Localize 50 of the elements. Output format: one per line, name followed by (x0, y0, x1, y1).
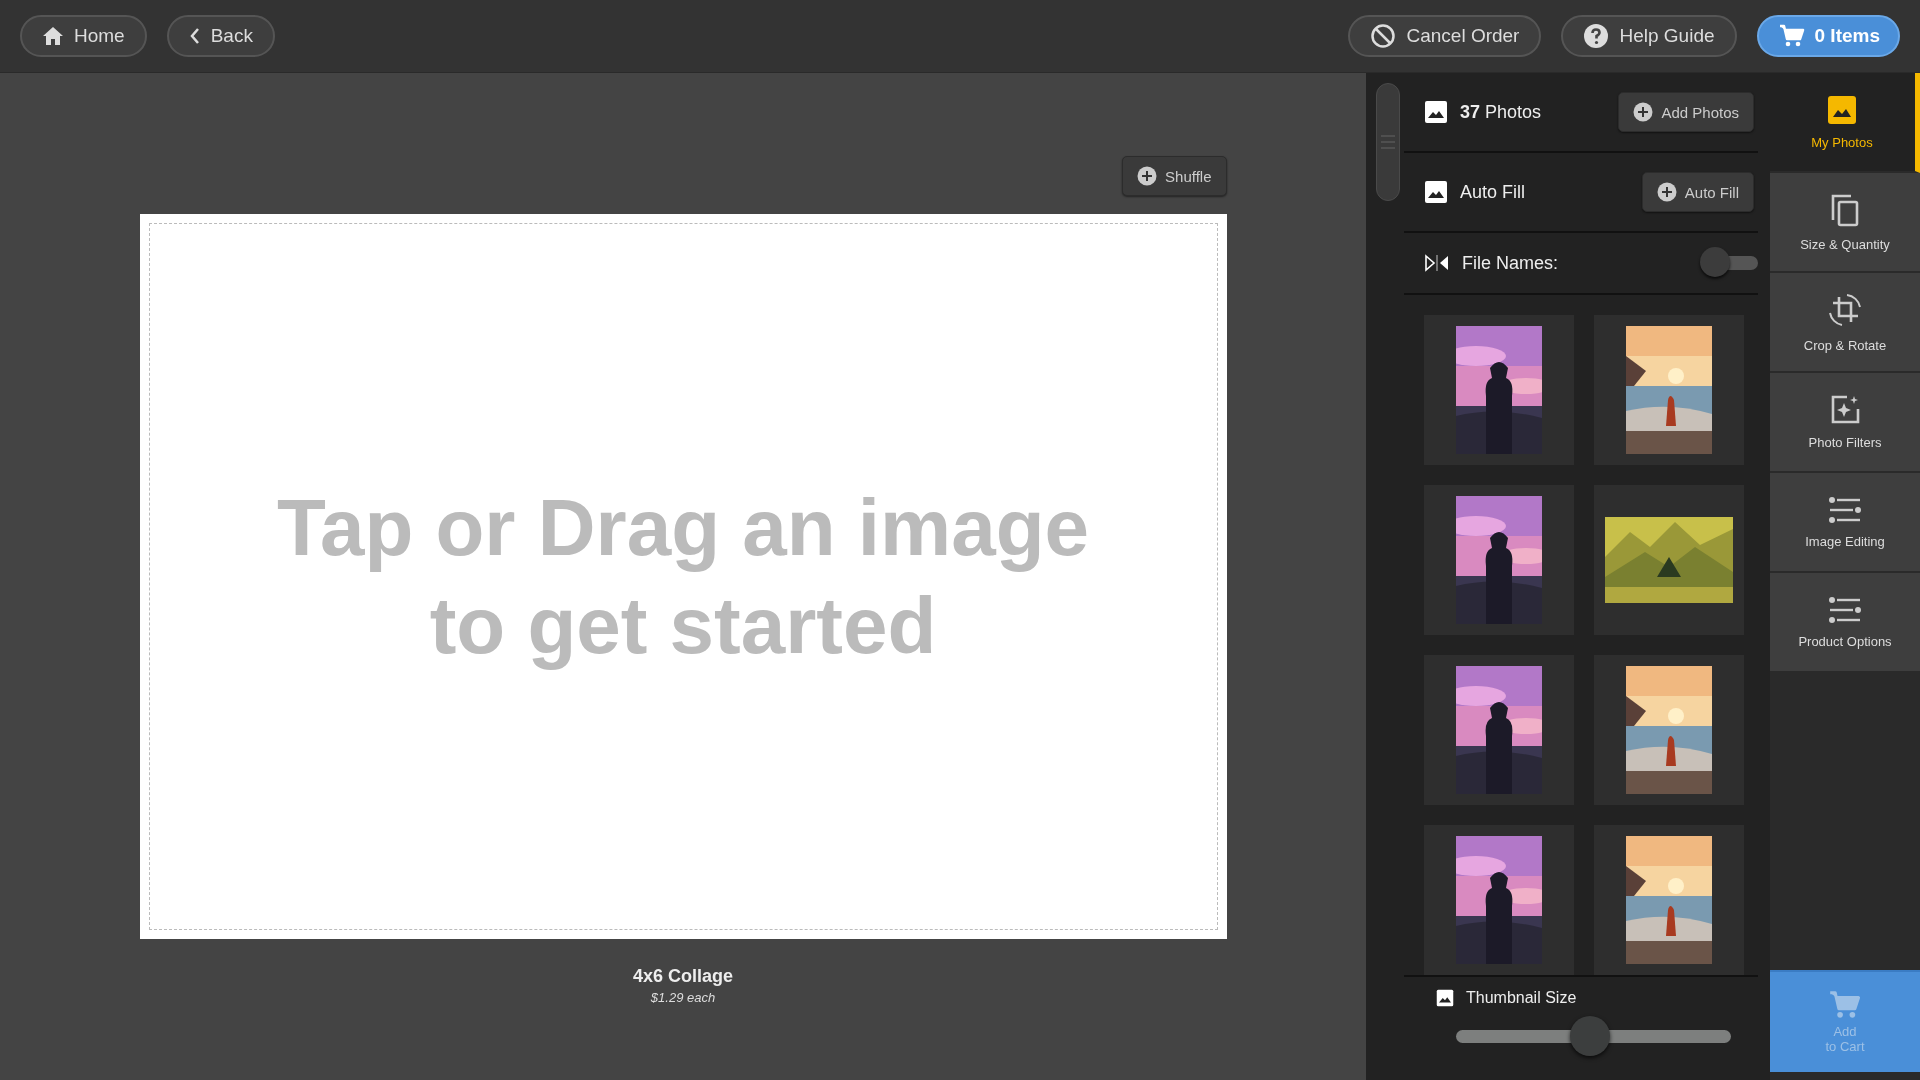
flip-icon (1424, 254, 1450, 272)
photo-thumbnail[interactable] (1424, 655, 1574, 805)
cancel-button[interactable]: Cancel Order (1348, 15, 1542, 57)
image-icon (1424, 180, 1448, 204)
product-name: 4x6 Collage (632, 966, 733, 987)
sidebar-tab[interactable]: Size & Quantity (1770, 173, 1920, 273)
photo-thumbnail[interactable] (1594, 825, 1744, 975)
photo-thumbnail[interactable] (1594, 485, 1744, 635)
sidebar-tab[interactable]: Photo Filters (1770, 373, 1920, 473)
image-icon (1424, 100, 1448, 124)
image-icon (1436, 989, 1454, 1007)
chevron-left-icon (188, 27, 201, 45)
add-photos-button[interactable]: Add Photos (1618, 92, 1754, 132)
file-names-toggle[interactable] (1700, 247, 1758, 279)
drop-hint: Tap or Drag an image to get started (276, 481, 1090, 672)
sidebar-tab[interactable]: My Photos (1770, 73, 1920, 173)
thumbnail-size-label: Thumbnail Size (1466, 989, 1577, 1007)
sparkle-frame-icon (1830, 394, 1860, 425)
sidebar-tab[interactable]: Image Editing (1770, 473, 1920, 573)
photo-thumbnail[interactable] (1424, 315, 1574, 465)
help-icon (1583, 23, 1610, 49)
auto-fill-label: Auto Fill (1460, 181, 1526, 203)
file-names-label: File Names: (1462, 252, 1559, 274)
image-icon (1827, 94, 1857, 125)
photo-thumbnail[interactable] (1424, 485, 1574, 635)
sliders-icon (1829, 595, 1861, 624)
photo-thumbnail[interactable] (1594, 655, 1744, 805)
sliders-icon (1829, 495, 1861, 524)
cart-icon (1829, 990, 1861, 1020)
plus-circle-icon (1633, 102, 1654, 122)
help-button[interactable]: Help Guide (1561, 15, 1737, 57)
photo-thumbnail[interactable] (1594, 315, 1744, 465)
scrollbar-thumb[interactable] (1376, 83, 1400, 201)
photo-count: 37 Photos (1460, 101, 1542, 123)
home-icon (42, 26, 64, 46)
back-button[interactable]: Back (166, 15, 275, 57)
no-sign-icon (1370, 23, 1397, 49)
slider-thumb[interactable] (1570, 1016, 1611, 1056)
sidebar-tab[interactable]: Crop & Rotate (1770, 273, 1920, 373)
plus-circle-icon (1137, 166, 1158, 186)
sidebar-tab[interactable]: Product Options (1770, 573, 1920, 673)
crop-rotate-icon (1827, 291, 1863, 328)
home-button[interactable]: Home (20, 15, 147, 57)
photo-thumbnail[interactable] (1424, 825, 1574, 975)
copy-icon (1830, 192, 1860, 227)
product-price: $1.29 each (650, 990, 716, 1005)
shuffle-button[interactable]: Shuffle (1122, 156, 1227, 196)
plus-circle-icon (1656, 182, 1677, 202)
auto-fill-button[interactable]: Auto Fill (1641, 172, 1754, 212)
cart-icon (1778, 24, 1805, 48)
